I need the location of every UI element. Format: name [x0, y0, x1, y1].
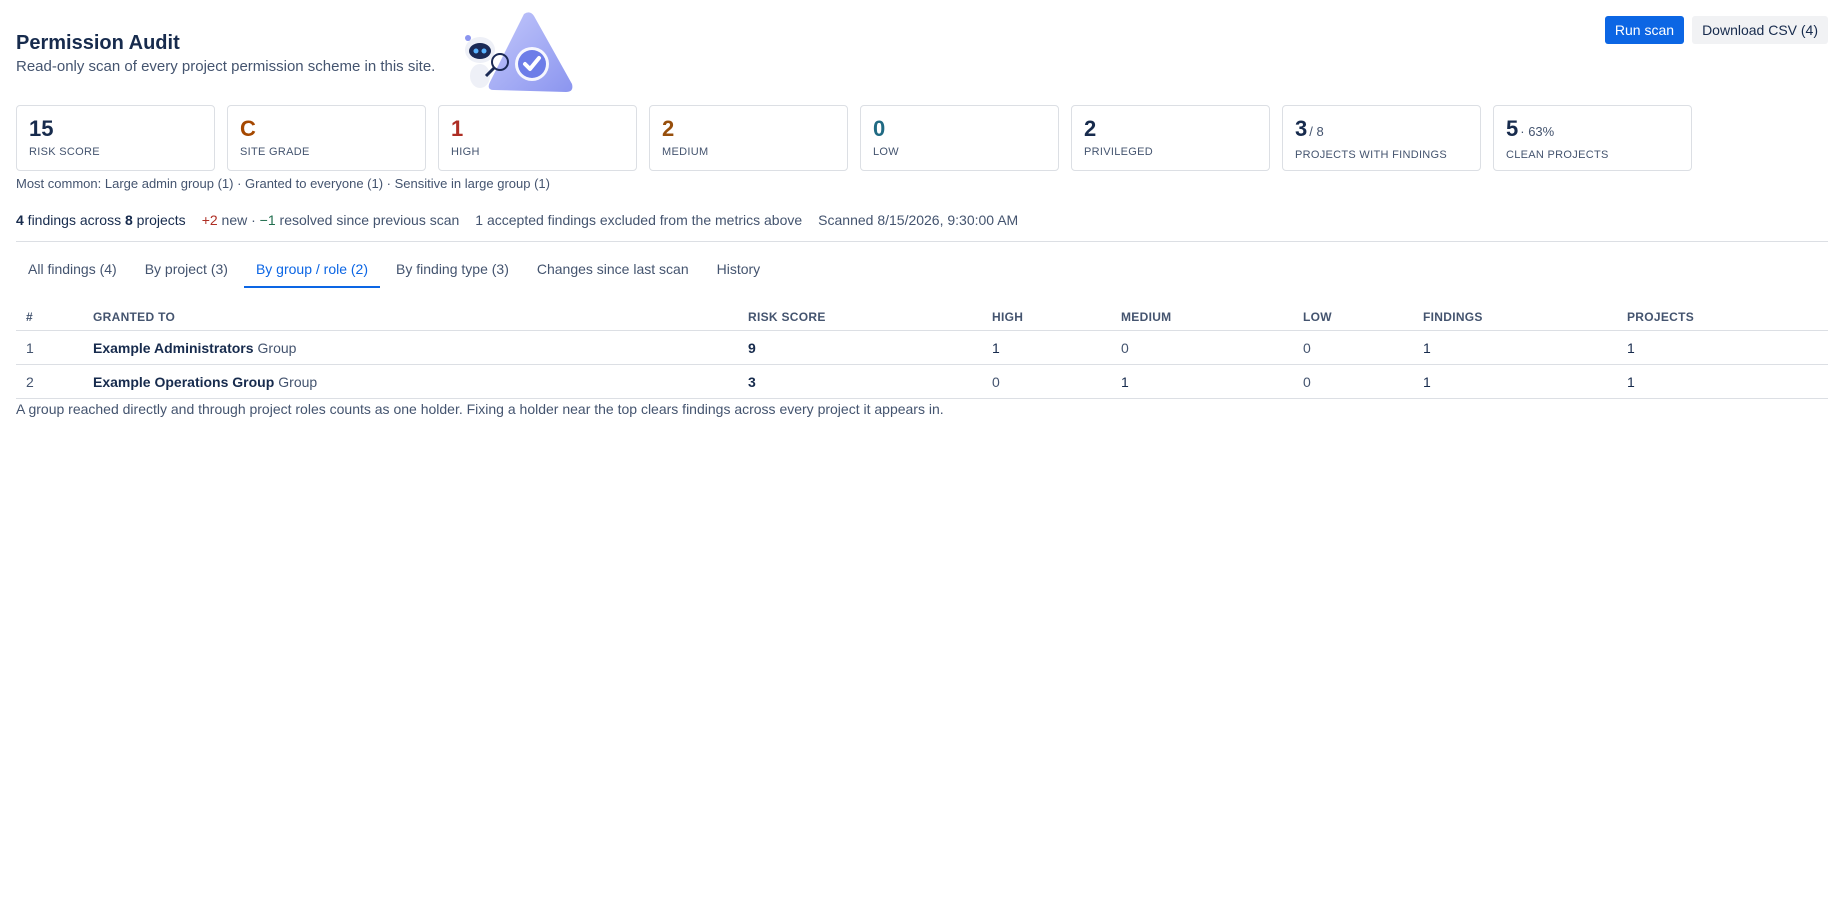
metric-number: 3 [1295, 116, 1308, 141]
column-header-medium[interactable]: MEDIUM [1111, 304, 1293, 331]
metric-number: 0 [873, 116, 886, 141]
table-footnote: A group reached directly and through pro… [16, 401, 944, 417]
metric-cards: 15 RISK SCORE C SITE GRADE 1 HIGH 2 MEDIUM 0 LOW 2… [16, 105, 1692, 171]
high-cell: 0 [982, 364, 1111, 399]
metric-label: HIGH [451, 146, 480, 158]
scan-summary: 4 findings across 8 projects +2 new · −1… [16, 212, 1018, 228]
tab-changes-since-last-scan[interactable]: Changes since last scan [525, 256, 701, 286]
holder-name[interactable]: Example Administrators [93, 340, 254, 356]
delta-summary: +2 new · −1 resolved since previous scan [202, 212, 460, 228]
column-header-granted-to[interactable]: GRANTED TO [83, 304, 738, 331]
metric-card-low: 0 LOW [860, 105, 1059, 171]
robot-audit-illustration [465, 12, 573, 92]
group-role-table: # GRANTED TO RISK SCORE HIGH MEDIUM LOW … [16, 304, 1828, 399]
scan-timestamp: Scanned 8/15/2026, 9:30:00 AM [818, 212, 1019, 228]
metric-number: 2 [1084, 116, 1097, 141]
run-scan-button[interactable]: Run scan [1604, 16, 1685, 44]
view-tabs: All findings (4) By project (3) By group /… [16, 256, 776, 288]
projects-cell: 1 [1617, 330, 1828, 365]
row-number: 1 [16, 330, 83, 365]
metric-number: 15 [29, 116, 54, 141]
metric-suffix: / 8 [1309, 124, 1324, 139]
metric-value: 15 [29, 116, 202, 142]
risk-score-cell: 3 [738, 364, 982, 399]
resolved-delta: −1 [259, 212, 276, 228]
metric-label: CLEAN PROJECTS [1506, 149, 1609, 161]
header-actions: Run scan Download CSV (4) [1604, 16, 1828, 44]
findings-text: findings across [23, 212, 125, 228]
table-row[interactable]: 2 Example Operations Group Group 3 0 1 0 … [16, 364, 1828, 399]
tab-history[interactable]: History [705, 256, 773, 286]
column-header-risk-score[interactable]: RISK SCORE [738, 304, 982, 331]
metric-value: 0 [873, 116, 1046, 142]
column-header-high[interactable]: HIGH [982, 304, 1111, 331]
metric-value: C [240, 116, 413, 142]
metric-card-projects-with-findings: 3/ 8 PROJECTS WITH FINDINGS [1282, 105, 1481, 171]
page-header: Permission Audit Read-only scan of every… [16, 30, 435, 75]
divider [16, 241, 1828, 242]
metric-number: 2 [662, 116, 675, 141]
metric-card-site-grade: C SITE GRADE [227, 105, 426, 171]
metric-card-high: 1 HIGH [438, 105, 637, 171]
metric-card-privileged: 2 PRIVILEGED [1071, 105, 1270, 171]
findings-cell: 1 [1413, 330, 1617, 365]
page-title: Permission Audit [16, 32, 180, 54]
metric-number: 5 [1506, 116, 1519, 141]
low-cell: 0 [1293, 364, 1413, 399]
metric-value: 2 [1084, 116, 1257, 142]
findings-cell: 1 [1413, 364, 1617, 399]
low-cell: 0 [1293, 330, 1413, 365]
metric-card-risk-score: 15 RISK SCORE [16, 105, 215, 171]
table-row[interactable]: 1 Example Administrators Group 9 1 0 0 1 … [16, 330, 1828, 365]
row-number: 2 [16, 364, 83, 399]
new-text: new · [217, 212, 260, 228]
metric-value: 1 [451, 116, 624, 142]
metric-label: SITE GRADE [240, 146, 310, 158]
new-delta: +2 [201, 212, 218, 228]
granted-to-cell: Example Administrators Group [83, 330, 738, 365]
most-common-findings: Most common: Large admin group (1) · Gra… [16, 176, 550, 191]
column-header-findings[interactable]: FINDINGS [1413, 304, 1617, 331]
column-header-low[interactable]: LOW [1293, 304, 1413, 331]
projects-cell: 1 [1617, 364, 1828, 399]
tab-by-group-role[interactable]: By group / role (2) [243, 256, 381, 288]
metric-label: RISK SCORE [29, 146, 100, 158]
metric-card-clean-projects: 5 · 63% CLEAN PROJECTS [1493, 105, 1692, 171]
risk-score-cell: 9 [738, 330, 982, 365]
metric-label: PROJECTS WITH FINDINGS [1295, 149, 1448, 161]
metric-label: MEDIUM [662, 146, 709, 158]
projects-count: 8 [124, 212, 133, 228]
holder-name[interactable]: Example Operations Group [93, 374, 274, 390]
metric-card-medium: 2 MEDIUM [649, 105, 848, 171]
metric-label: LOW [873, 146, 899, 158]
high-cell: 1 [982, 330, 1111, 365]
metric-suffix: · 63% [1520, 124, 1555, 139]
tab-by-project[interactable]: By project (3) [133, 256, 240, 286]
metric-number: 1 [451, 116, 464, 141]
granted-to-cell: Example Operations Group Group [83, 364, 738, 399]
holder-type: Group [257, 339, 297, 356]
tab-by-finding-type[interactable]: By finding type (3) [384, 256, 521, 286]
column-header-projects[interactable]: PROJECTS [1617, 304, 1828, 331]
findings-summary: 4 findings across 8 projects [16, 212, 186, 228]
table-header-row: # GRANTED TO RISK SCORE HIGH MEDIUM LOW … [16, 304, 1828, 331]
projects-text: projects [132, 212, 186, 228]
permission-audit-page: Permission Audit Read-only scan of every… [0, 0, 1840, 900]
metric-value: 5 · 63% [1506, 116, 1679, 145]
medium-cell: 0 [1111, 330, 1293, 365]
tab-all-findings[interactable]: All findings (4) [16, 256, 129, 286]
page-subtitle: Read-only scan of every project permissi… [16, 58, 436, 75]
metric-value: 2 [662, 116, 835, 142]
excluded-note: 1 accepted findings excluded from the me… [475, 212, 803, 228]
column-header-number[interactable]: # [16, 304, 83, 331]
resolved-text: resolved since previous scan [275, 212, 460, 228]
medium-cell: 1 [1111, 364, 1293, 399]
metric-number: C [240, 116, 256, 141]
metric-label: PRIVILEGED [1084, 146, 1154, 158]
metric-value: 3/ 8 [1295, 116, 1468, 145]
holder-type: Group [278, 373, 318, 390]
download-csv-button[interactable]: Download CSV (4) [1692, 16, 1828, 44]
findings-count: 4 [16, 212, 24, 228]
